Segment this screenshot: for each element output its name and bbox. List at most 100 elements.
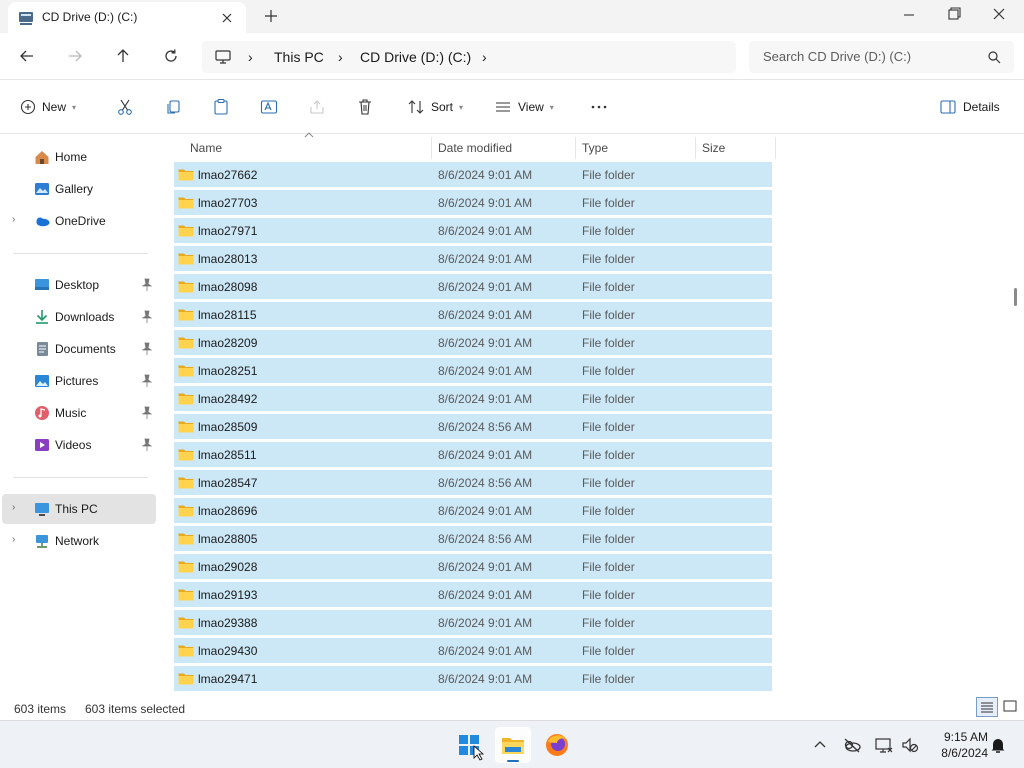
title-bar: CD Drive (D:) (C:) bbox=[0, 0, 1024, 33]
table-row[interactable]: lmao27662 8/6/2024 9:01 AM File folder bbox=[174, 162, 772, 187]
chevron-right-icon[interactable]: › bbox=[12, 502, 22, 516]
up-arrow-icon[interactable] bbox=[113, 46, 133, 66]
table-row[interactable]: lmao28805 8/6/2024 8:56 AM File folder bbox=[174, 526, 772, 551]
table-row[interactable]: lmao28098 8/6/2024 9:01 AM File folder bbox=[174, 274, 772, 299]
details-view-icon[interactable] bbox=[976, 697, 998, 717]
close-tab-icon[interactable] bbox=[218, 9, 236, 27]
column-divider[interactable] bbox=[575, 137, 576, 159]
table-row[interactable]: lmao27703 8/6/2024 9:01 AM File folder bbox=[174, 190, 772, 215]
column-header-size[interactable]: Size bbox=[702, 141, 725, 155]
desktop-icon bbox=[34, 277, 50, 293]
new-button[interactable]: New ▾ bbox=[20, 96, 76, 118]
sidebar-item-this-pc[interactable]: › This PC bbox=[2, 494, 156, 524]
sidebar-item-label: Documents bbox=[55, 342, 116, 356]
more-options-icon[interactable] bbox=[590, 96, 608, 118]
notification-bell-icon[interactable] bbox=[988, 735, 1008, 755]
pin-icon[interactable] bbox=[142, 406, 152, 420]
column-header-name[interactable]: Name bbox=[190, 141, 222, 155]
sidebar-item-onedrive[interactable]: › OneDrive bbox=[2, 206, 156, 236]
table-row[interactable]: lmao29471 8/6/2024 9:01 AM File folder bbox=[174, 666, 772, 691]
delete-icon[interactable] bbox=[356, 96, 374, 118]
table-row[interactable]: lmao29193 8/6/2024 9:01 AM File folder bbox=[174, 582, 772, 607]
file-type: File folder bbox=[582, 280, 635, 294]
sidebar-item-music[interactable]: Music bbox=[2, 398, 156, 428]
copy-icon[interactable] bbox=[164, 96, 182, 118]
column-header-date[interactable]: Date modified bbox=[438, 141, 512, 155]
new-tab-icon[interactable] bbox=[262, 7, 280, 25]
table-row[interactable]: lmao28209 8/6/2024 9:01 AM File folder bbox=[174, 330, 772, 355]
paste-icon[interactable] bbox=[212, 96, 230, 118]
file-name: lmao28511 bbox=[198, 448, 257, 462]
clock-time: 9:15 AM bbox=[943, 730, 988, 744]
pin-icon[interactable] bbox=[142, 342, 152, 356]
share-icon[interactable] bbox=[308, 96, 326, 118]
file-name: lmao29471 bbox=[198, 672, 258, 686]
file-explorer-taskbar-icon[interactable] bbox=[495, 727, 531, 763]
sidebar-item-documents[interactable]: Documents bbox=[2, 334, 156, 364]
table-row[interactable]: lmao27971 8/6/2024 9:01 AM File folder bbox=[174, 218, 772, 243]
table-row[interactable]: lmao28115 8/6/2024 9:01 AM File folder bbox=[174, 302, 772, 327]
chevron-right-icon[interactable]: › bbox=[12, 534, 22, 548]
table-row[interactable]: lmao29028 8/6/2024 9:01 AM File folder bbox=[174, 554, 772, 579]
table-row[interactable]: lmao28511 8/6/2024 9:01 AM File folder bbox=[174, 442, 772, 467]
breadcrumb-this-pc[interactable]: This PC bbox=[274, 49, 324, 65]
sidebar-divider bbox=[14, 477, 148, 478]
view-button[interactable]: View ▾ bbox=[494, 96, 554, 118]
tray-chevron-up-icon[interactable] bbox=[810, 735, 830, 755]
volume-muted-icon[interactable] bbox=[900, 735, 920, 755]
rename-icon[interactable] bbox=[260, 96, 278, 118]
videos-icon bbox=[34, 437, 50, 453]
forward-arrow-icon[interactable] bbox=[65, 46, 85, 66]
table-row[interactable]: lmao28696 8/6/2024 9:01 AM File folder bbox=[174, 498, 772, 523]
table-row[interactable]: lmao29430 8/6/2024 9:01 AM File folder bbox=[174, 638, 772, 663]
file-name: lmao29430 bbox=[198, 644, 258, 658]
pin-icon[interactable] bbox=[142, 310, 152, 324]
plus-circle-icon bbox=[20, 99, 36, 115]
sidebar-item-videos[interactable]: Videos bbox=[2, 430, 156, 460]
pin-icon[interactable] bbox=[142, 278, 152, 292]
minimize-icon[interactable] bbox=[896, 4, 922, 26]
table-row[interactable]: lmao28013 8/6/2024 9:01 AM File folder bbox=[174, 246, 772, 271]
onedrive-offline-icon[interactable] bbox=[842, 735, 862, 755]
file-type: File folder bbox=[582, 532, 635, 546]
chevron-down-icon: ▾ bbox=[459, 102, 464, 112]
start-button-icon[interactable] bbox=[451, 727, 487, 763]
table-row[interactable]: lmao28509 8/6/2024 8:56 AM File folder bbox=[174, 414, 772, 439]
chevron-right-icon[interactable]: › bbox=[12, 214, 22, 228]
window-tab[interactable]: CD Drive (D:) (C:) bbox=[8, 2, 246, 33]
refresh-icon[interactable] bbox=[161, 46, 181, 66]
back-arrow-icon[interactable] bbox=[17, 46, 37, 66]
table-row[interactable]: lmao28251 8/6/2024 9:01 AM File folder bbox=[174, 358, 772, 383]
sidebar-item-home[interactable]: Home bbox=[2, 142, 156, 172]
taskbar-clock[interactable]: 9:15 AM 8/6/2024 bbox=[918, 729, 988, 761]
sidebar-item-pictures[interactable]: Pictures bbox=[2, 366, 156, 396]
column-divider[interactable] bbox=[775, 137, 776, 159]
table-row[interactable]: lmao28547 8/6/2024 8:56 AM File folder bbox=[174, 470, 772, 495]
pin-icon[interactable] bbox=[142, 374, 152, 388]
sort-button[interactable]: Sort ▾ bbox=[407, 96, 463, 118]
sidebar-item-gallery[interactable]: Gallery bbox=[2, 174, 156, 204]
column-divider[interactable] bbox=[431, 137, 432, 159]
details-button[interactable]: Details bbox=[939, 96, 1000, 118]
breadcrumb-chevron-icon[interactable]: › bbox=[482, 49, 487, 65]
cut-icon[interactable] bbox=[116, 96, 134, 118]
breadcrumb-cd-drive[interactable]: CD Drive (D:) (C:) bbox=[360, 49, 471, 65]
firefox-icon[interactable] bbox=[539, 727, 575, 763]
close-window-icon[interactable] bbox=[986, 4, 1012, 26]
thumbnail-view-icon[interactable] bbox=[1000, 697, 1022, 717]
table-row[interactable]: lmao28492 8/6/2024 9:01 AM File folder bbox=[174, 386, 772, 411]
column-header-type[interactable]: Type bbox=[582, 141, 608, 155]
table-row[interactable]: lmao29388 8/6/2024 9:01 AM File folder bbox=[174, 610, 772, 635]
vertical-scrollbar-thumb[interactable] bbox=[1014, 288, 1017, 306]
pin-icon[interactable] bbox=[142, 438, 152, 452]
maximize-icon[interactable] bbox=[940, 4, 966, 26]
sidebar-item-network[interactable]: › Network bbox=[2, 526, 156, 556]
column-divider[interactable] bbox=[695, 137, 696, 159]
network-status-icon[interactable] bbox=[874, 735, 894, 755]
search-box[interactable]: Search CD Drive (D:) (C:) bbox=[749, 41, 1014, 73]
sidebar-item-downloads[interactable]: Downloads bbox=[2, 302, 156, 332]
sidebar-item-desktop[interactable]: Desktop bbox=[2, 270, 156, 300]
file-list: Name Date modified Type Size lmao27662 8/… bbox=[174, 132, 776, 695]
breadcrumb[interactable]: › This PC › CD Drive (D:) (C:) › bbox=[202, 41, 736, 73]
search-input[interactable]: Search CD Drive (D:) (C:) bbox=[763, 49, 911, 64]
